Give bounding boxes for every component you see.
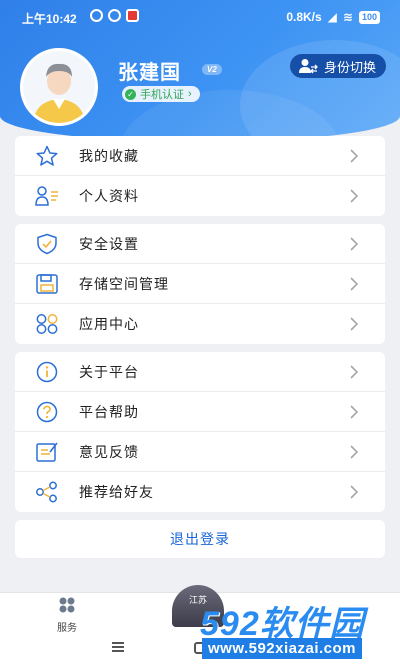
watermark-url: www.592xiazai.com bbox=[202, 638, 363, 659]
apps-icon bbox=[36, 314, 58, 334]
chevron-right-icon bbox=[350, 277, 359, 291]
menu-card-1: 我的收藏 个人资料 bbox=[15, 136, 385, 216]
menu-item-profile[interactable]: 个人资料 bbox=[15, 176, 385, 216]
feedback-icon bbox=[36, 442, 58, 462]
phone-verify-badge[interactable]: ✓ 手机认证 › bbox=[122, 86, 200, 102]
chevron-right-icon bbox=[350, 445, 359, 459]
chevron-right-icon: › bbox=[188, 88, 192, 100]
menu-card-3: 关于平台 平台帮助 意见反馈 推荐给好友 bbox=[15, 352, 385, 512]
storage-icon bbox=[36, 274, 58, 294]
chevron-right-icon bbox=[350, 485, 359, 499]
signal-icon: ◢ bbox=[327, 10, 337, 24]
chevron-right-icon bbox=[350, 405, 359, 419]
watermark: 592软件园 www.592xiazai.com bbox=[196, 590, 400, 666]
user-name: 张建国 bbox=[118, 62, 181, 84]
menu-item-label: 应用中心 bbox=[79, 316, 139, 332]
menu-icon[interactable] bbox=[112, 642, 124, 652]
status-notification-icons bbox=[90, 9, 139, 22]
profile-icon bbox=[35, 186, 58, 206]
status-time: 上午10:42 bbox=[22, 12, 77, 26]
wifi-icon: ≋ bbox=[342, 10, 353, 24]
notification-icon bbox=[90, 9, 103, 22]
star-icon bbox=[36, 145, 58, 166]
avatar[interactable] bbox=[20, 48, 98, 126]
nav-tab-service[interactable]: 服务 bbox=[50, 597, 84, 634]
menu-item-label: 安全设置 bbox=[79, 235, 139, 252]
menu-item-favorites[interactable]: 我的收藏 bbox=[15, 136, 385, 176]
switch-identity-button[interactable]: 身份切换 bbox=[289, 54, 386, 78]
service-icon bbox=[59, 597, 75, 613]
chevron-right-icon bbox=[350, 365, 359, 379]
menu-item-feedback[interactable]: 意见反馈 bbox=[15, 432, 385, 472]
menu-item-label: 平台帮助 bbox=[79, 403, 139, 420]
share-icon bbox=[36, 481, 57, 503]
shield-icon bbox=[37, 233, 57, 255]
menu-item-storage[interactable]: 存储空间管理 bbox=[15, 264, 385, 304]
logout-button[interactable]: 退出登录 bbox=[15, 520, 385, 558]
menu-item-label: 我的收藏 bbox=[79, 147, 139, 164]
status-right: 0.8K/s ◢ ≋ 100 bbox=[286, 10, 380, 24]
menu-item-label: 存储空间管理 bbox=[79, 275, 169, 292]
status-bar: 上午10:42 0.8K/s ◢ ≋ 100 bbox=[0, 0, 400, 34]
info-icon bbox=[36, 361, 58, 383]
chevron-right-icon bbox=[350, 149, 359, 163]
network-speed: 0.8K/s bbox=[286, 10, 322, 24]
level-badge: V2 bbox=[202, 64, 222, 75]
switch-identity-label: 身份切换 bbox=[323, 59, 376, 75]
menu-item-label: 推荐给好友 bbox=[79, 484, 154, 500]
menu-item-security[interactable]: 安全设置 bbox=[15, 224, 385, 264]
menu-item-app-center[interactable]: 应用中心 bbox=[15, 304, 385, 344]
menu-item-help[interactable]: 平台帮助 bbox=[15, 392, 385, 432]
menu-item-label: 个人资料 bbox=[79, 188, 139, 204]
menu-card-2: 安全设置 存储空间管理 应用中心 bbox=[15, 224, 385, 344]
notification-icon bbox=[108, 9, 121, 22]
check-icon: ✓ bbox=[125, 88, 136, 100]
chevron-right-icon bbox=[350, 237, 359, 251]
menu-item-about[interactable]: 关于平台 bbox=[15, 352, 385, 392]
menu-item-label: 意见反馈 bbox=[79, 443, 139, 460]
help-icon bbox=[36, 401, 58, 423]
battery-icon: 100 bbox=[358, 10, 380, 24]
switch-user-icon bbox=[298, 59, 318, 74]
menu-item-recommend[interactable]: 推荐给好友 bbox=[15, 472, 385, 512]
verify-label: 手机认证 bbox=[140, 89, 184, 101]
avatar-illustration bbox=[23, 51, 95, 123]
notification-icon bbox=[126, 9, 139, 22]
menu-item-label: 关于平台 bbox=[79, 363, 139, 380]
chevron-right-icon bbox=[350, 317, 359, 331]
chevron-right-icon bbox=[350, 189, 359, 203]
